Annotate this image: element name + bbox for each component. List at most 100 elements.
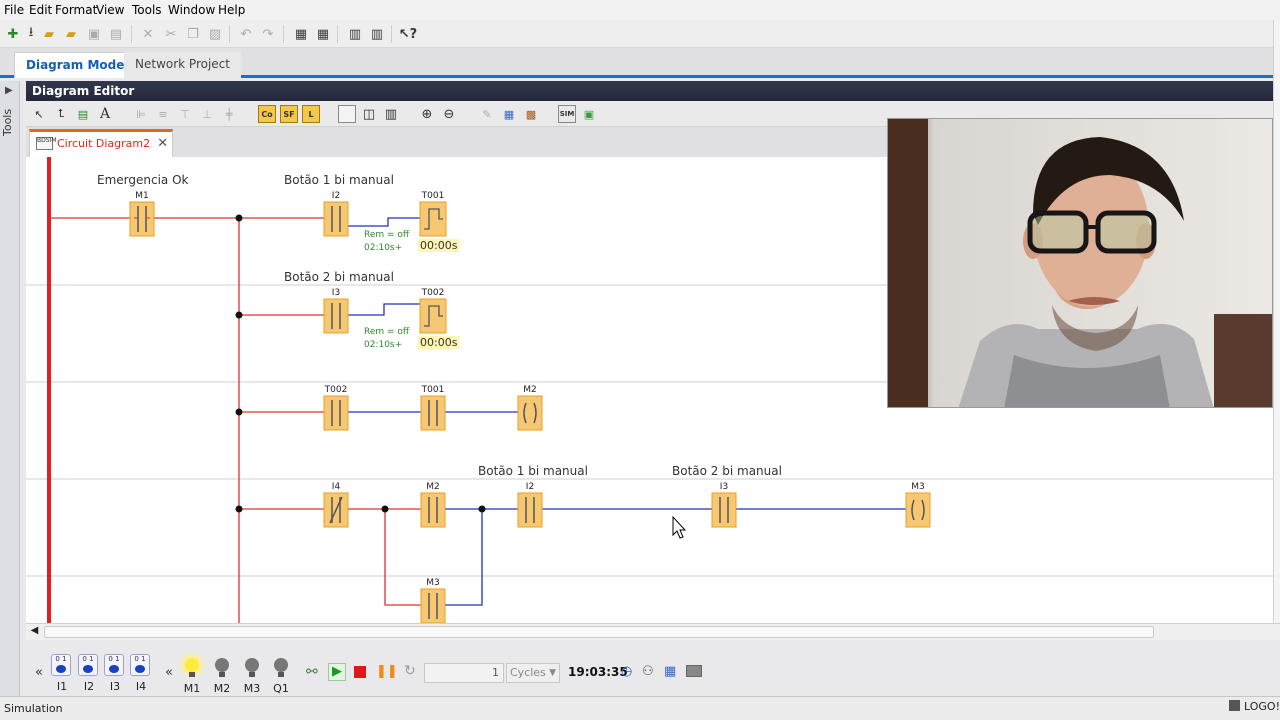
timer-t001[interactable] xyxy=(419,201,447,237)
webcam-feed-image xyxy=(888,119,1272,407)
scrollbar-thumb[interactable] xyxy=(44,626,1154,638)
view-split-icon[interactable]: ◫ xyxy=(360,105,378,123)
block-name: M2 xyxy=(523,385,537,395)
menu-format[interactable]: Format xyxy=(55,3,97,17)
transfer-to-device-icon[interactable]: ▦ xyxy=(292,25,310,43)
select-tool-icon[interactable]: ↖ xyxy=(30,105,48,123)
menu-view[interactable]: View xyxy=(96,3,124,17)
paste-icon[interactable]: ▨ xyxy=(206,25,224,43)
tools-side-panel[interactable]: ▶ Tools xyxy=(0,81,20,696)
scroll-left-icon[interactable]: ◀ xyxy=(28,625,41,639)
status-bar: Simulation LOGO! xyxy=(0,696,1280,720)
contact-m1[interactable] xyxy=(129,201,155,237)
context-help-icon[interactable]: ↖? xyxy=(399,25,417,43)
properties-icon[interactable]: ▩ xyxy=(522,105,540,123)
contact-m2[interactable] xyxy=(420,492,446,528)
display-icon[interactable] xyxy=(686,665,702,677)
coil-m2[interactable] xyxy=(517,395,543,431)
save-icon[interactable]: ▣ xyxy=(85,25,103,43)
tab-diagram-mode[interactable]: Diagram Mode xyxy=(14,52,137,78)
print-icon[interactable]: ▤ xyxy=(107,25,125,43)
sim-input-i1[interactable]: 0 1 I1 xyxy=(51,654,73,694)
horizontal-scrollbar[interactable]: ◀ xyxy=(26,623,1280,640)
cycles-input[interactable]: 1 xyxy=(424,663,504,683)
text-tool-icon[interactable]: A xyxy=(96,105,114,123)
upload-icon[interactable]: ▥ xyxy=(368,25,386,43)
collapse-outputs-icon[interactable]: « xyxy=(165,665,173,680)
menu-help[interactable]: Help xyxy=(218,3,245,17)
expand-arrow-icon[interactable]: ▶ xyxy=(5,85,13,96)
align-center-icon[interactable]: ≡ xyxy=(154,105,172,123)
online-test-icon[interactable]: ▣ xyxy=(580,105,598,123)
input-switch-icon[interactable]: 0 1 xyxy=(104,654,124,676)
view-columns-icon[interactable]: ▥ xyxy=(382,105,400,123)
open-recent-icon[interactable]: ▰ xyxy=(62,25,80,43)
download-icon[interactable]: ⭳ xyxy=(22,25,40,43)
coil-m3[interactable] xyxy=(905,492,931,528)
pause-button[interactable]: ❚❚ xyxy=(376,664,398,679)
sf-block-icon[interactable]: SF xyxy=(280,105,298,123)
delete-icon[interactable]: ✕ xyxy=(139,25,157,43)
simulation-mode-icon[interactable]: SIM xyxy=(558,105,576,123)
menu-edit[interactable]: Edit xyxy=(29,3,52,17)
contact-i3[interactable] xyxy=(323,298,349,334)
l-block-icon[interactable]: L xyxy=(302,105,320,123)
sim-output-m3: M3 xyxy=(241,656,263,696)
cut-icon[interactable]: ✂ xyxy=(162,25,180,43)
cycles-unit-select[interactable]: Cycles ▼ xyxy=(506,663,560,683)
zoom-in-icon[interactable]: ⊕ xyxy=(418,105,436,123)
redo-icon[interactable]: ↷ xyxy=(259,25,277,43)
play-button[interactable]: ▶ xyxy=(328,663,346,681)
menu-tools[interactable]: Tools xyxy=(132,3,162,17)
contact-t002[interactable] xyxy=(323,395,349,431)
step-refresh-icon[interactable]: ↻ xyxy=(404,663,416,679)
contact-i2-row4[interactable] xyxy=(517,492,543,528)
tab-network-project[interactable]: Network Project xyxy=(124,52,241,78)
clock-icon[interactable]: ◷ xyxy=(621,664,632,679)
collapse-inputs-icon[interactable]: « xyxy=(35,665,43,680)
align-top-icon[interactable]: ⊤ xyxy=(176,105,194,123)
constants-tool-icon[interactable]: ▤ xyxy=(74,105,92,123)
close-icon[interactable]: ✕ xyxy=(157,132,168,156)
co-block-icon[interactable]: Co xyxy=(258,105,276,123)
contact-i3-row4[interactable] xyxy=(711,492,737,528)
align-middle-icon[interactable]: ⊥ xyxy=(198,105,216,123)
copy-icon[interactable]: ❐ xyxy=(184,25,202,43)
menu-file[interactable]: File xyxy=(4,3,24,17)
connect-tool-icon[interactable]: ⮤ xyxy=(52,105,70,123)
input-switch-icon[interactable]: 0 1 xyxy=(51,654,71,676)
pen-icon[interactable]: ✎ xyxy=(478,105,496,123)
new-icon[interactable]: ✚ xyxy=(4,25,22,43)
zoom-out-icon[interactable]: ⊖ xyxy=(440,105,458,123)
connect-sim-icon[interactable]: ⚯ xyxy=(306,664,318,680)
sim-input-i4[interactable]: 0 1 I4 xyxy=(130,654,152,694)
contact-i2[interactable] xyxy=(323,201,349,237)
sim-input-i2[interactable]: 0 1 I2 xyxy=(78,654,100,694)
transfer-from-device-icon[interactable]: ▦ xyxy=(314,25,332,43)
menu-window[interactable]: Window xyxy=(168,3,215,17)
undo-icon[interactable]: ↶ xyxy=(237,25,255,43)
stop-button[interactable] xyxy=(354,666,366,678)
view-single-icon[interactable] xyxy=(338,105,356,123)
contact-t001[interactable] xyxy=(420,395,446,431)
doc-tab-label: Circuit Diagram2 xyxy=(57,137,151,150)
input-switch-icon[interactable]: 0 1 xyxy=(130,654,150,676)
webcam-overlay xyxy=(887,118,1273,408)
align-left-icon[interactable]: ⊫ xyxy=(132,105,150,123)
grid-icon[interactable]: ▦ xyxy=(500,105,518,123)
timer-rem-label: Rem = off xyxy=(364,230,410,240)
open-folder-icon[interactable]: ▰ xyxy=(40,25,58,43)
compile-icon[interactable]: ▥ xyxy=(346,25,364,43)
label-botao1: Botão 1 bi manual xyxy=(284,173,394,187)
align-bottom-icon[interactable]: ╪ xyxy=(220,105,238,123)
sim-input-i3[interactable]: 0 1 I3 xyxy=(104,654,126,694)
network-icon[interactable]: ⚇ xyxy=(642,664,654,679)
table-icon[interactable]: ▦ xyxy=(664,664,676,679)
chevron-down-icon: ▼ xyxy=(549,668,556,678)
tools-panel-label[interactable]: Tools xyxy=(1,109,14,136)
timer-t002[interactable] xyxy=(419,298,447,334)
input-switch-icon[interactable]: 0 1 xyxy=(78,654,98,676)
tab-circuit-diagram2[interactable]: BDSIM Circuit Diagram2 ✕ xyxy=(29,129,174,157)
contact-m3[interactable] xyxy=(420,588,446,623)
contact-i4-nc[interactable] xyxy=(323,492,349,528)
